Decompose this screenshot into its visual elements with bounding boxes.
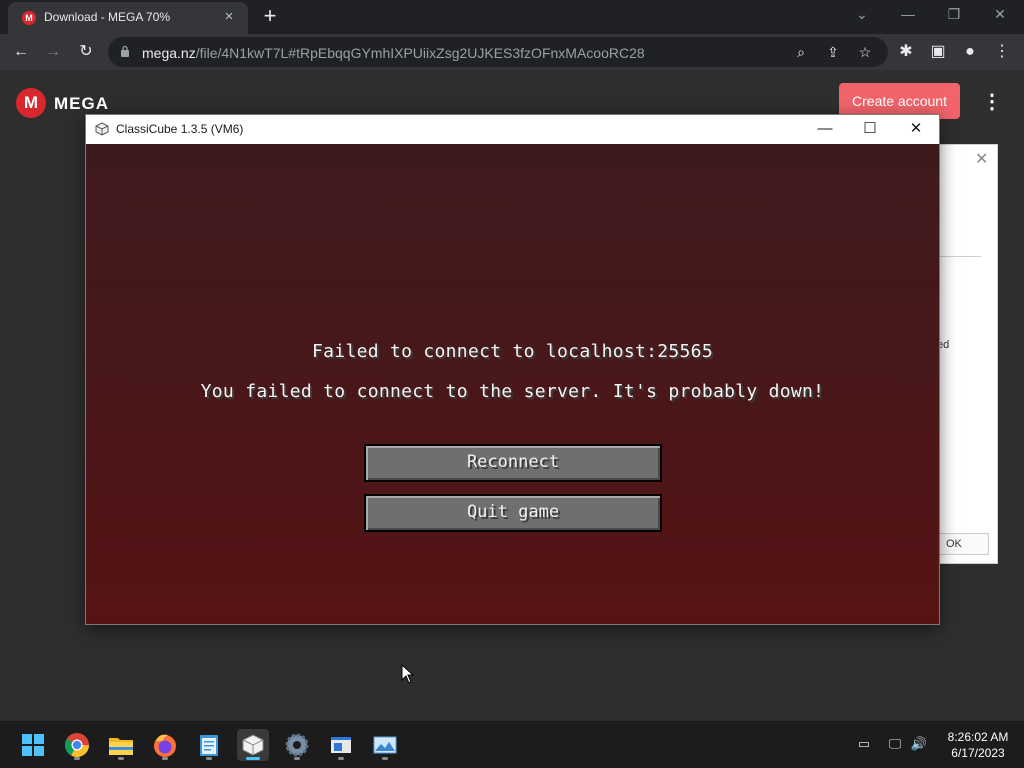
tab-title: Download - MEGA 70% (44, 10, 171, 24)
side-panel-icon[interactable]: ▣ (926, 40, 950, 64)
start-icon (22, 734, 44, 756)
reload-icon[interactable]: ↻ (74, 40, 98, 64)
extensions-icon[interactable]: ✱ (894, 40, 918, 64)
clock-date: 6/17/2023 (951, 746, 1005, 760)
quit-game-button[interactable]: Quit game (364, 494, 662, 532)
dialog-divider (937, 256, 981, 257)
active-indicator (246, 757, 260, 760)
network-drive-icon[interactable]: ▭ (855, 735, 873, 753)
game-screen: Failed to connect to localhost:25565 You… (86, 144, 939, 624)
mouse-cursor-icon (401, 664, 415, 684)
classicube-window: ClassiCube 1.3.5 (VM6) — ☐ ✕ Failed to c… (85, 114, 940, 625)
start-button[interactable] (17, 729, 49, 761)
taskbar-chrome[interactable] (61, 729, 93, 761)
mega-favicon-icon: M (22, 11, 36, 25)
chrome-menu-icon[interactable]: ⋮ (990, 40, 1014, 64)
volume-icon[interactable]: 🔊 (910, 735, 928, 753)
new-tab-icon[interactable]: + (258, 4, 282, 28)
mega-logo-icon[interactable]: M (16, 88, 46, 118)
taskbar-app-window[interactable] (325, 729, 357, 761)
error-title: Failed to connect to localhost:25565 (312, 341, 713, 362)
profile-icon[interactable]: ● (958, 40, 982, 64)
system-clock[interactable]: 8:26:02 AM 6/17/2023 (938, 729, 1018, 761)
taskbar-settings[interactable] (281, 729, 313, 761)
back-icon[interactable]: ← (9, 40, 33, 64)
browser-tab-strip: M Download - MEGA 70% × + ⌄ — ❐ ✕ (0, 0, 1024, 34)
taskbar: ▭ 🖵 🔊 8:26:02 AM 6/17/2023 (0, 720, 1024, 768)
taskbar-firefox[interactable] (149, 729, 181, 761)
taskbar-image-viewer[interactable] (369, 729, 401, 761)
display-network-icon[interactable]: 🖵 (886, 735, 904, 753)
cc-close-icon[interactable]: ✕ (904, 119, 928, 139)
dialog-close-icon[interactable]: ✕ (975, 149, 988, 169)
browser-tab[interactable]: M Download - MEGA 70% × (8, 2, 248, 34)
desktop: M Download - MEGA 70% × + ⌄ — ❐ ✕ ← → ↻ … (0, 0, 1024, 768)
close-window-icon[interactable]: ✕ (990, 6, 1010, 23)
cc-minimize-icon[interactable]: — (813, 119, 837, 139)
url-host: mega.nz (142, 45, 196, 61)
mega-dialog: ✕ ed OK (936, 144, 998, 564)
tab-search-icon[interactable]: ⌄ (852, 6, 872, 23)
dialog-ok-button[interactable]: OK (937, 533, 989, 555)
reconnect-button[interactable]: Reconnect (364, 444, 662, 482)
classicube-window-title: ClassiCube 1.3.5 (VM6) (116, 122, 244, 136)
clock-time: 8:26:02 AM (947, 730, 1009, 744)
taskbar-file-explorer[interactable] (105, 729, 137, 761)
running-indicator (338, 757, 344, 760)
running-indicator (294, 757, 300, 760)
running-indicator (382, 757, 388, 760)
taskbar-classicube[interactable] (237, 729, 269, 761)
classicube-titlebar[interactable]: ClassiCube 1.3.5 (VM6) — ☐ ✕ (86, 115, 939, 144)
tab-close-icon[interactable]: × (220, 8, 238, 25)
running-indicator (118, 757, 124, 760)
running-indicator (206, 757, 212, 760)
classicube-cube-icon (95, 122, 109, 136)
browser-toolbar: ← → ↻ mega.nz/file/4N1kwT7L#tRpEbqqGYmhI… (0, 34, 1024, 70)
forward-icon[interactable]: → (41, 40, 65, 64)
restore-icon[interactable]: ❐ (944, 6, 964, 23)
error-message: You failed to connect to the server. It'… (200, 381, 825, 402)
url-path: /file/4N1kwT7L#tRpEbqqGYmhIXPUiixZsg2UJK… (195, 45, 645, 61)
minimize-icon[interactable]: — (898, 6, 918, 22)
running-indicator (162, 757, 168, 760)
url-text: mega.nz/file/4N1kwT7L#tRpEbqqGYmhIXPUiix… (142, 45, 645, 61)
address-bar[interactable]: mega.nz/file/4N1kwT7L#tRpEbqqGYmhIXPUiix… (108, 37, 888, 67)
cc-maximize-icon[interactable]: ☐ (858, 119, 882, 139)
running-indicator (74, 757, 80, 760)
page-menu-icon[interactable]: ⋮ (980, 90, 1004, 114)
zoom-search-icon[interactable]: ⌕ (790, 41, 812, 63)
share-icon[interactable]: ⇪ (822, 41, 844, 63)
taskbar-notepad[interactable] (193, 729, 225, 761)
lock-icon (121, 45, 129, 57)
mega-brand[interactable]: MEGA (54, 94, 109, 114)
bookmark-star-icon[interactable]: ☆ (854, 41, 876, 63)
